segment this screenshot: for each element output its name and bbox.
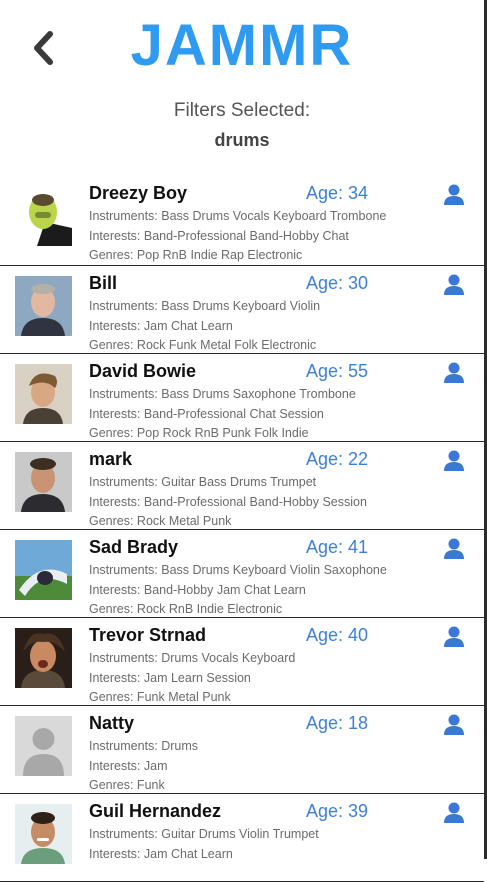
- avatar: [15, 186, 72, 246]
- user-icon: [444, 362, 464, 383]
- user-icon: [444, 450, 464, 471]
- user-card[interactable]: Trevor Strnad Age: 40 Instruments: Drums…: [0, 618, 484, 706]
- user-interests: Interests: Band-Professional Band-Hobby …: [89, 229, 349, 243]
- user-card[interactable]: Sad Brady Age: 41 Instruments: Bass Drum…: [0, 530, 484, 618]
- default-avatar-icon: [15, 716, 72, 776]
- user-icon: [444, 626, 464, 647]
- view-profile-button[interactable]: [443, 714, 465, 736]
- app-frame: JAMMR Filters Selected: drums Dreezy Boy…: [0, 0, 487, 882]
- user-icon: [444, 802, 464, 823]
- user-name: Sad Brady: [89, 537, 179, 557]
- user-card[interactable]: mark Age: 22 Instruments: Guitar Bass Dr…: [0, 442, 484, 530]
- header: JAMMR: [0, 0, 484, 100]
- user-genres: Genres: Rock Funk Metal Folk Electronic: [89, 338, 317, 352]
- view-profile-button[interactable]: [443, 362, 465, 384]
- user-age: Age: 40: [306, 625, 369, 645]
- avatar: [15, 804, 72, 864]
- user-name: Dreezy Boy: [89, 183, 188, 203]
- user-instruments: Instruments: Drums: [89, 739, 199, 753]
- filters-label: Filters Selected:: [173, 100, 311, 121]
- user-list: Dreezy Boy Age: 34 Instruments: Bass Dru…: [0, 176, 484, 882]
- user-age: Age: 55: [306, 361, 369, 381]
- user-interests: Interests: Jam Learn Session: [89, 671, 251, 685]
- user-card[interactable]: Natty Age: 18 Instruments: Drums Interes…: [0, 706, 484, 794]
- user-icon: [444, 714, 464, 735]
- view-profile-button[interactable]: [443, 538, 465, 560]
- avatar: [15, 452, 72, 512]
- filters-panel: Filters Selected: drums: [0, 100, 484, 151]
- filters-value: drums: [214, 130, 270, 150]
- view-profile-button[interactable]: [443, 184, 465, 206]
- user-icon: [444, 538, 464, 559]
- user-instruments: Instruments: Drums Vocals Keyboard: [89, 651, 296, 665]
- user-instruments: Instruments: Bass Drums Saxophone Trombo…: [89, 387, 356, 401]
- user-genres: Genres: Pop Rock RnB Punk Folk Indie: [89, 426, 309, 440]
- user-name: David Bowie: [89, 361, 197, 381]
- user-name: mark: [89, 449, 133, 469]
- user-interests: Interests: Band-Hobby Jam Chat Learn: [89, 583, 306, 597]
- avatar: [15, 628, 72, 688]
- user-interests: Interests: Band-Professional Band-Hobby …: [89, 495, 367, 509]
- user-genres: Genres: Funk Metal Punk: [89, 690, 231, 704]
- user-icon: [444, 184, 464, 205]
- user-instruments: Instruments: Guitar Bass Drums Trumpet: [89, 475, 317, 489]
- user-name: Bill: [89, 273, 118, 293]
- user-genres: Genres: Rock Metal Punk: [89, 514, 232, 528]
- user-name: Guil Hernandez: [89, 801, 222, 821]
- user-icon: [444, 274, 464, 295]
- view-profile-button[interactable]: [443, 274, 465, 296]
- user-card[interactable]: Bill Age: 30 Instruments: Bass Drums Key…: [0, 266, 484, 354]
- user-name: Natty: [89, 713, 135, 733]
- user-genres: Genres: Pop RnB Indie Rap Electronic: [89, 248, 303, 262]
- user-age: Age: 34: [306, 183, 369, 203]
- user-instruments: Instruments: Bass Drums Keyboard Violin …: [89, 563, 387, 577]
- user-card[interactable]: Guil Hernandez Age: 39 Instruments: Guit…: [0, 794, 484, 882]
- user-name: Trevor Strnad: [89, 625, 207, 645]
- user-age: Age: 39: [306, 801, 369, 821]
- user-instruments: Instruments: Guitar Drums Violin Trumpet: [89, 827, 319, 841]
- view-profile-button[interactable]: [443, 626, 465, 648]
- user-interests: Interests: Jam: [89, 759, 168, 773]
- avatar: [15, 364, 72, 424]
- user-card[interactable]: David Bowie Age: 55 Instruments: Bass Dr…: [0, 354, 484, 442]
- avatar: [15, 276, 72, 336]
- user-genres: Genres: Funk: [89, 778, 165, 792]
- user-card[interactable]: Dreezy Boy Age: 34 Instruments: Bass Dru…: [0, 176, 484, 266]
- user-instruments: Instruments: Bass Drums Vocals Keyboard …: [89, 209, 387, 223]
- app-logo: JAMMR: [130, 13, 354, 78]
- user-interests: Interests: Jam Chat Learn: [89, 319, 233, 333]
- avatar: [15, 540, 72, 600]
- user-genres: Genres: Rock RnB Indie Electronic: [89, 602, 283, 616]
- user-instruments: Instruments: Bass Drums Keyboard Violin: [89, 299, 321, 313]
- user-interests: Interests: Band-Professional Chat Sessio…: [89, 407, 324, 421]
- user-age: Age: 18: [306, 713, 369, 733]
- view-profile-button[interactable]: [443, 802, 465, 824]
- user-age: Age: 41: [306, 537, 369, 557]
- user-age: Age: 30: [306, 273, 369, 293]
- user-age: Age: 22: [306, 449, 369, 469]
- view-profile-button[interactable]: [443, 450, 465, 472]
